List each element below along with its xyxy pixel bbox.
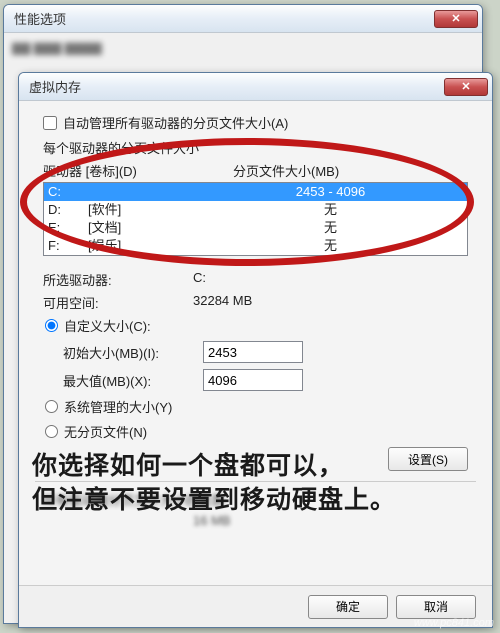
close-icon: ✕ <box>451 12 460 25</box>
close-button-back[interactable]: ✕ <box>434 10 478 28</box>
custom-size-label: 自定义大小(C): <box>64 316 151 335</box>
drive-letter: D: <box>48 201 88 219</box>
initial-size-row: 初始大小(MB)(I): <box>63 341 476 363</box>
auto-manage-label: 自动管理所有驱动器的分页文件大小(A) <box>63 113 288 132</box>
drive-row[interactable]: E: [文档] 无 <box>44 219 467 237</box>
cancel-button[interactable]: 取消 <box>396 595 476 619</box>
selected-drive-label: 所选驱动器: <box>43 270 193 289</box>
per-drive-label: 每个驱动器的分页文件大小 <box>43 138 476 157</box>
drive-paging: 2453 - 4096 <box>228 183 463 201</box>
auto-manage-checkbox[interactable] <box>43 116 57 130</box>
max-size-row: 最大值(MB)(X): <box>63 369 476 391</box>
annotation-line2: 但注意不要设置到移动硬盘上。 <box>32 484 396 518</box>
watermark: www.pc841.com <box>414 617 494 629</box>
system-managed-label: 系统管理的大小(Y) <box>64 397 172 416</box>
system-managed-radio[interactable] <box>45 400 58 413</box>
drive-label: [软件] <box>88 201 228 219</box>
no-paging-radio-row[interactable]: 无分页文件(N) <box>45 422 476 441</box>
no-paging-radio[interactable] <box>45 425 58 438</box>
drive-row[interactable]: C: 2453 - 4096 <box>44 183 467 201</box>
virtual-memory-window: 虚拟内存 ✕ 自动管理所有驱动器的分页文件大小(A) 每个驱动器的分页文件大小 … <box>18 72 493 628</box>
drive-row[interactable]: D: [软件] 无 <box>44 201 467 219</box>
available-space-row: 可用空间: 32284 MB <box>43 293 476 312</box>
set-button[interactable]: 设置(S) <box>388 447 468 471</box>
custom-size-radio-row[interactable]: 自定义大小(C): <box>45 316 476 335</box>
drive-list-header: 驱动器 [卷标](D) 分页文件大小(MB) <box>43 161 476 180</box>
max-size-input[interactable] <box>203 369 303 391</box>
custom-size-radio[interactable] <box>45 319 58 332</box>
available-label: 可用空间: <box>43 293 193 312</box>
drive-label <box>88 183 228 201</box>
max-size-label: 最大值(MB)(X): <box>63 371 203 390</box>
drive-paging: 无 <box>228 237 463 255</box>
close-icon: ✕ <box>461 80 470 93</box>
close-button-front[interactable]: ✕ <box>444 78 488 96</box>
auto-manage-checkbox-row[interactable]: 自动管理所有驱动器的分页文件大小(A) <box>43 113 476 132</box>
titlebar-back: 性能选项 ✕ <box>4 5 482 33</box>
drive-label: [娱乐] <box>88 237 228 255</box>
initial-size-input[interactable] <box>203 341 303 363</box>
initial-size-label: 初始大小(MB)(I): <box>63 343 203 362</box>
selected-drive-value: C: <box>193 270 206 289</box>
available-value: 32284 MB <box>193 293 252 312</box>
selected-drive-row: 所选驱动器: C: <box>43 270 476 289</box>
window-title-front: 虚拟内存 <box>29 77 444 96</box>
drive-row[interactable]: F: [娱乐] 无 <box>44 237 467 255</box>
drive-letter: E: <box>48 219 88 237</box>
system-managed-radio-row[interactable]: 系统管理的大小(Y) <box>45 397 476 416</box>
back-body: ▇▇ ▇▇▇ ▇▇▇▇ <box>4 33 482 63</box>
drive-label: [文档] <box>88 219 228 237</box>
drive-letter: F: <box>48 237 88 255</box>
annotation-line1: 你选择如何一个盘都可以， <box>32 450 396 484</box>
annotation-text: 你选择如何一个盘都可以， 但注意不要设置到移动硬盘上。 <box>32 450 396 518</box>
drive-letter: C: <box>48 183 88 201</box>
ok-button[interactable]: 确定 <box>308 595 388 619</box>
header-drive: 驱动器 [卷标](D) <box>43 161 233 180</box>
header-paging: 分页文件大小(MB) <box>233 161 476 180</box>
drive-paging: 无 <box>228 201 463 219</box>
window-title-back: 性能选项 <box>14 9 434 28</box>
titlebar-front: 虚拟内存 ✕ <box>19 73 492 101</box>
no-paging-label: 无分页文件(N) <box>64 422 147 441</box>
drive-list[interactable]: C: 2453 - 4096 D: [软件] 无 E: [文档] 无 F: [娱… <box>43 182 468 256</box>
drive-paging: 无 <box>228 219 463 237</box>
